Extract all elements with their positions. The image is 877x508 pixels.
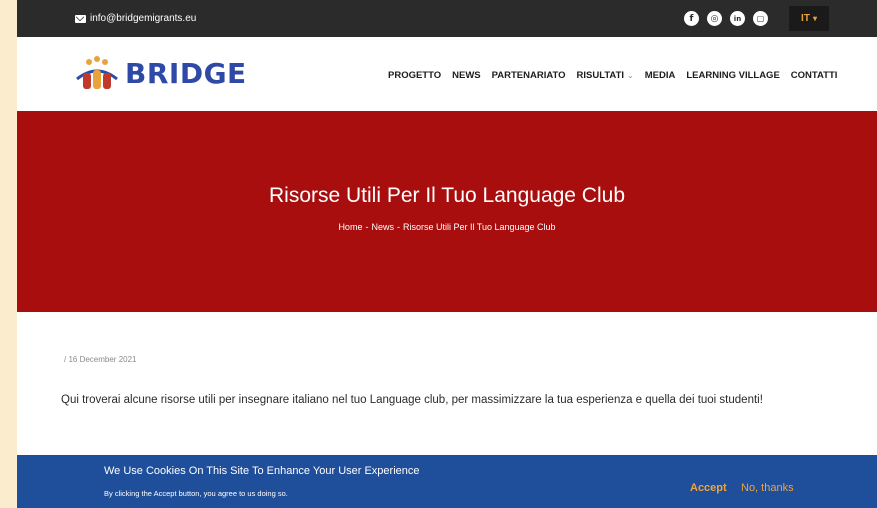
envelope-icon: [75, 14, 86, 23]
breadcrumb: Home - News - Risorse Utili Per Il Tuo L…: [17, 222, 877, 232]
cookie-banner: We Use Cookies On This Site To Enhance Y…: [17, 455, 877, 508]
language-switcher[interactable]: IT ▾: [789, 6, 829, 31]
nav-item-risultati[interactable]: RISULTATI ⌄: [577, 70, 634, 81]
cookie-title: We Use Cookies On This Site To Enhance Y…: [104, 465, 420, 477]
nav-item-progetto[interactable]: PROGETTO: [388, 70, 441, 81]
nav-item-media[interactable]: MEDIA: [645, 70, 676, 81]
nav-item-partenariato[interactable]: PARTENARIATO: [492, 70, 566, 81]
people-logo-icon: [76, 56, 118, 89]
breadcrumb-separator: -: [365, 222, 369, 232]
breadcrumb-news[interactable]: News: [371, 222, 394, 232]
nav-item-news[interactable]: NEWS: [452, 70, 481, 81]
site-header: BRIDGE PROGETTO NEWS PARTENARIATO RISULT…: [17, 37, 877, 111]
email-text[interactable]: info@bridgemigrants.eu: [90, 13, 196, 24]
logo-text: BRIDGE: [125, 56, 247, 90]
decline-cookies-button[interactable]: No, thanks: [741, 482, 794, 494]
instagram-icon[interactable]: ◎: [707, 11, 722, 26]
cookie-subtitle: By clicking the Accept button, you agree…: [104, 489, 288, 498]
breadcrumb-current: Risorse Utili Per Il Tuo Language Club: [402, 222, 556, 232]
main-nav: PROGETTO NEWS PARTENARIATO RISULTATI ⌄ M…: [388, 70, 837, 81]
linkedin-icon[interactable]: in: [730, 11, 745, 26]
accept-cookies-button[interactable]: Accept: [690, 482, 727, 494]
language-label: IT: [801, 13, 810, 24]
top-bar: info@bridgemigrants.eu f ◎ in ▢ IT ▾: [17, 0, 877, 37]
nav-item-label: RISULTATI: [576, 70, 625, 81]
breadcrumb-separator: -: [396, 222, 400, 232]
contact-email[interactable]: info@bridgemigrants.eu: [75, 13, 196, 24]
social-links: f ◎ in ▢: [684, 11, 768, 26]
browser-page: info@bridgemigrants.eu f ◎ in ▢ IT ▾ BRI…: [17, 0, 877, 508]
facebook-icon[interactable]: f: [684, 11, 699, 26]
post-intro: Qui troverai alcune risorse utili per in…: [61, 394, 763, 406]
caret-down-icon: ▾: [812, 14, 817, 23]
page-hero: Risorse Utili Per Il Tuo Language Club H…: [17, 111, 877, 312]
nav-item-contatti[interactable]: CONTATTI: [791, 70, 838, 81]
post-date: / 16 December 2021: [64, 355, 137, 364]
chevron-down-icon: ⌄: [627, 71, 634, 80]
breadcrumb-home[interactable]: Home: [338, 222, 362, 232]
video-icon[interactable]: ▢: [753, 11, 768, 26]
page-title: Risorse Utili Per Il Tuo Language Club: [268, 184, 625, 207]
nav-item-learning-village[interactable]: LEARNING VILLAGE: [686, 70, 779, 81]
site-logo[interactable]: BRIDGE: [75, 55, 247, 91]
